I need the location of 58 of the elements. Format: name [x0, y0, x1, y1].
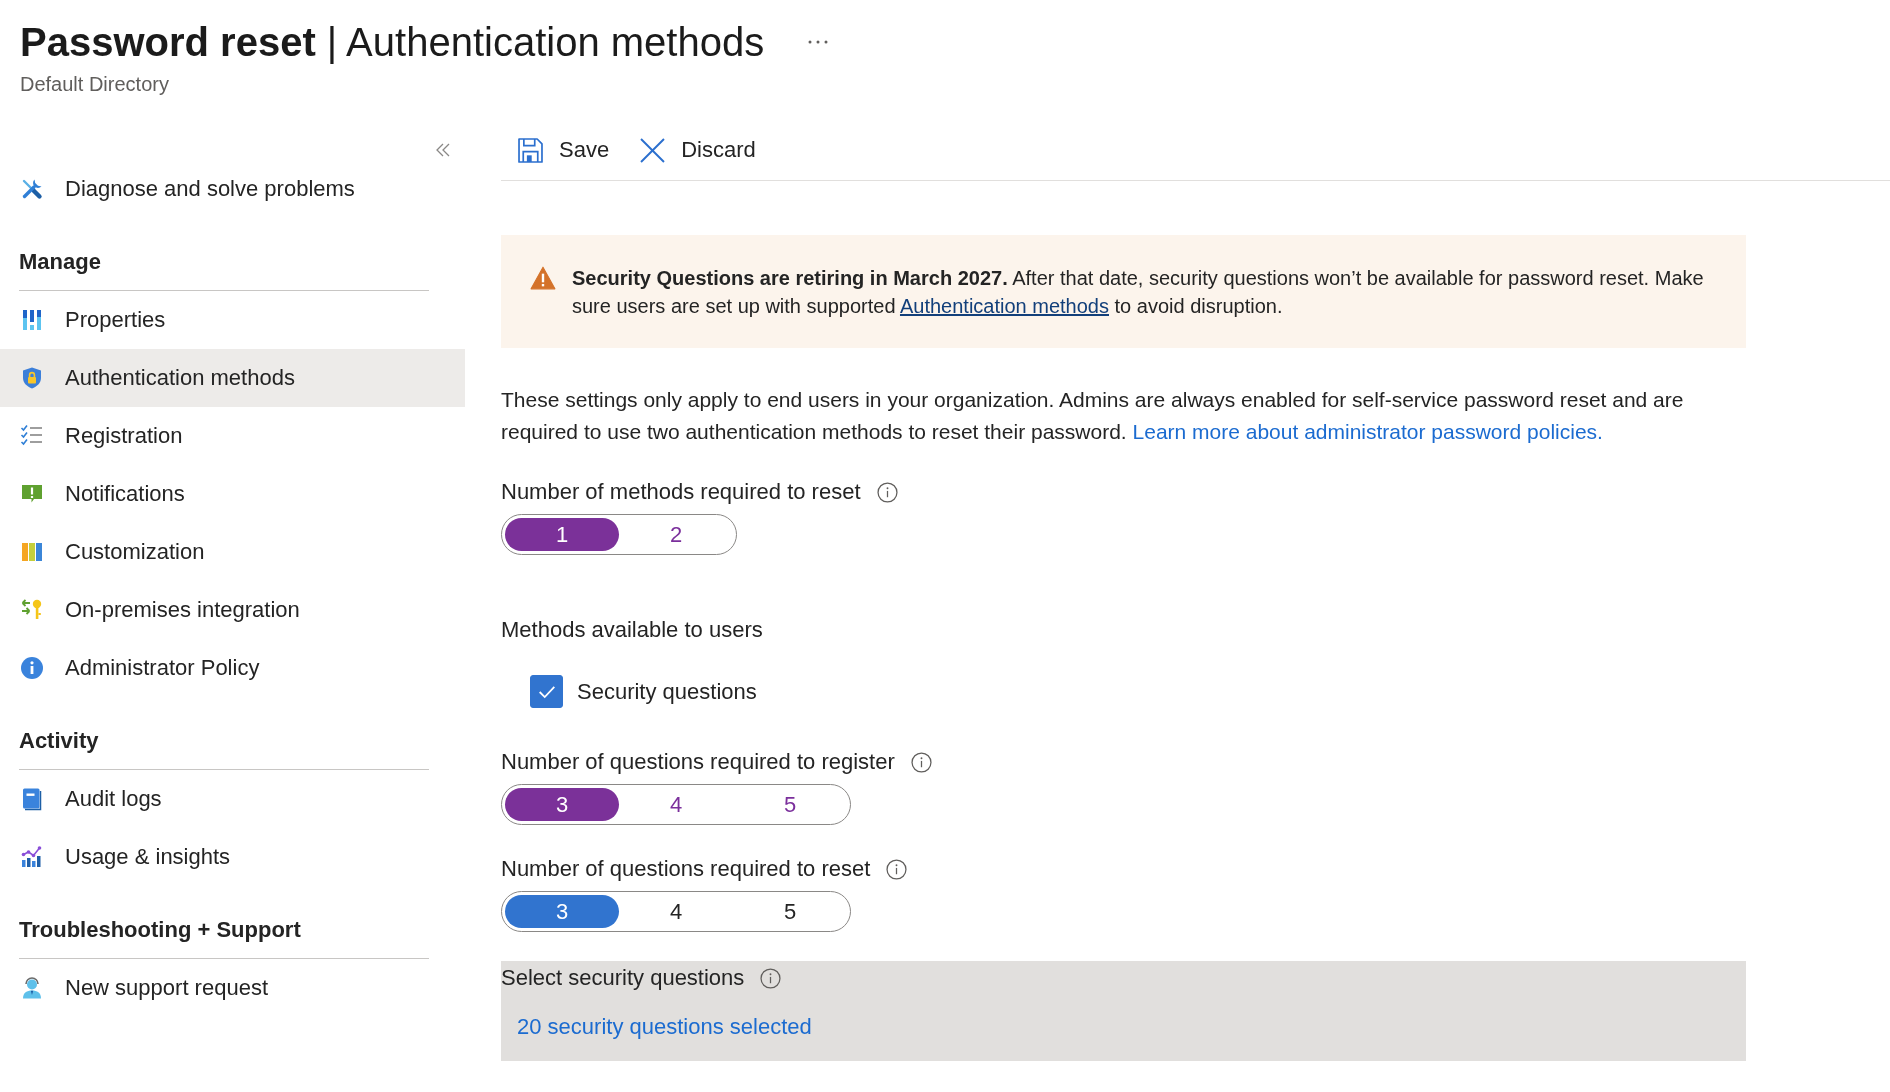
segment-option[interactable]: 1: [505, 518, 619, 551]
link[interactable]: Authentication methods: [899, 295, 1109, 317]
segment-option[interactable]: 5: [733, 788, 847, 821]
section-heading: Troubleshooting + Support: [19, 915, 429, 959]
chart-icon: [20, 845, 44, 869]
page-title: Password reset | Authentication methods: [20, 19, 765, 66]
exclamation-bubble-icon: [20, 482, 44, 506]
segment-option[interactable]: 3: [505, 895, 619, 928]
link[interactable]: 20 security questions selected: [517, 1013, 812, 1041]
warning-icon: [530, 266, 556, 290]
field-label: Number of methods required to reset: [501, 478, 861, 506]
tools-icon: [20, 177, 44, 201]
book-icon: [20, 787, 44, 811]
description-text: These settings only apply to end users in your organization. Admins are always enabled for self-service password reset and are required to use two authentication methods to reset their password. Learn more about administrator password policies.: [501, 387, 1685, 445]
nav-item[interactable]: Customization: [0, 523, 465, 581]
columns-icon: [20, 540, 44, 564]
nav-item[interactable]: Diagnose and solve problems: [0, 160, 465, 218]
nav-item[interactable]: Usage & insights: [0, 828, 465, 886]
segment-option[interactable]: 5: [733, 895, 847, 928]
nav-item[interactable]: Administrator Policy: [0, 639, 465, 697]
shield-lock-icon: [20, 366, 44, 390]
checklist-icon: [20, 424, 44, 448]
nav-item[interactable]: Authentication methods: [0, 349, 465, 407]
arrows-key-icon: [20, 598, 44, 622]
more-icon[interactable]: [808, 40, 829, 44]
field-label: Number of questions required to reset: [501, 855, 871, 883]
page-subtitle: Default Directory: [20, 72, 170, 97]
collapse-icon[interactable]: [435, 143, 451, 157]
info-icon: [20, 656, 44, 680]
segment-option[interactable]: 4: [619, 788, 733, 821]
nav-item[interactable]: Audit logs: [0, 770, 465, 828]
nav-item[interactable]: New support request: [0, 959, 465, 1017]
save-icon: [516, 135, 545, 165]
person-headset-icon: [20, 976, 44, 1000]
section-heading: Manage: [19, 247, 429, 291]
bars-icon: [20, 308, 44, 332]
segment-option[interactable]: 2: [619, 518, 733, 551]
nav-item[interactable]: Registration: [0, 407, 465, 465]
save-button[interactable]: Save: [506, 129, 620, 171]
info-icon[interactable]: [760, 967, 782, 989]
field-label: Select security questions: [501, 964, 745, 992]
checkbox-label: Security questions: [577, 678, 757, 705]
field-label: Number of questions required to register: [501, 748, 895, 776]
checkbox[interactable]: [530, 675, 563, 708]
nav-item[interactable]: On-premises integration: [0, 581, 465, 639]
section-heading: Activity: [19, 726, 429, 770]
checkmark-icon: [537, 684, 556, 699]
field-label: Methods available to users: [501, 616, 763, 644]
segment-option[interactable]: 4: [619, 895, 733, 928]
nav-item[interactable]: Notifications: [0, 465, 465, 523]
info-icon[interactable]: [886, 858, 908, 880]
info-icon[interactable]: [910, 751, 932, 773]
discard-button[interactable]: Discard: [628, 129, 766, 171]
learn-more-link[interactable]: Learn more about administrator password policies.: [1132, 420, 1603, 443]
nav-item[interactable]: Properties: [0, 291, 465, 349]
info-icon[interactable]: [876, 481, 898, 503]
warning-message: Security Questions are retiring in March 2027. After that date, security questions won’t be available for password reset. Make sure users are set up with supported Authentication methods to avoid disruption.: [572, 266, 1705, 319]
segment-option[interactable]: 3: [505, 788, 619, 821]
